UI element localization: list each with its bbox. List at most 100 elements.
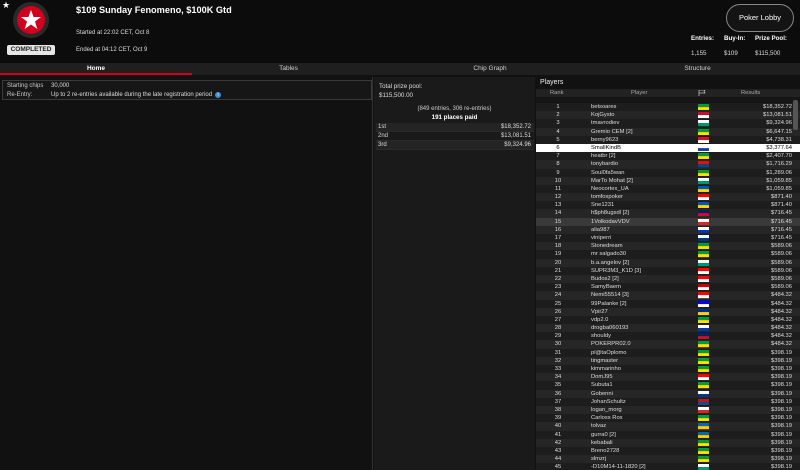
- flag-column-icon[interactable]: [698, 89, 706, 99]
- player-column-header[interactable]: Player: [631, 89, 647, 97]
- row-rank: 20: [554, 259, 562, 266]
- table-row[interactable]: 25 99Palanke [2] $484.32: [536, 299, 800, 308]
- table-row[interactable]: 23 SamyBaem $589.06: [536, 283, 800, 292]
- table-row[interactable]: 10 MarTo Mohat [2] $1,059.85: [536, 176, 800, 185]
- row-player-name: viniperri: [591, 235, 612, 241]
- table-row[interactable]: 16 alia987 $716.45: [536, 225, 800, 234]
- table-row[interactable]: 7 heatbr [2] $2,407.70: [536, 152, 800, 161]
- row-result: $398.19: [771, 439, 792, 446]
- row-player-name: heatbr [2]: [591, 153, 616, 160]
- table-row[interactable]: 11 Neocortex_UA $1,059.85: [536, 184, 800, 194]
- entries-value: 1,155: [691, 50, 707, 57]
- table-row[interactable]: 6 SmallKindB $3,377.64: [536, 143, 800, 153]
- red-star-icon: [17, 6, 45, 34]
- reentry-value: Up to 2 re-entries available during the …: [51, 92, 213, 98]
- row-rank: 9: [556, 169, 560, 176]
- table-row[interactable]: 37 JohanSchultz $398.19: [536, 397, 800, 406]
- row-player-name: drogba060193: [591, 325, 629, 332]
- country-flag-icon: [698, 357, 709, 364]
- table-row[interactable]: 34 DomJ95 $398.19: [536, 373, 800, 382]
- table-row[interactable]: 9 Soul0fa5wan $1,289.06: [536, 168, 800, 177]
- payout-row: 1st $18,352.72: [376, 123, 534, 132]
- row-rank: 13: [554, 202, 562, 209]
- row-rank: 23: [554, 284, 562, 291]
- table-row[interactable]: 14 h$ph8ugsdl [2] $716.45: [536, 209, 800, 218]
- country-flag-icon: [698, 341, 709, 348]
- table-row[interactable]: 45 -D10M14-11-1820 [2] $398.19: [536, 463, 800, 470]
- table-row[interactable]: 44 slmzrj $398.19: [536, 455, 800, 464]
- country-flag-icon: [698, 374, 709, 381]
- table-row[interactable]: 40 tolvaz $398.19: [536, 422, 800, 431]
- table-row[interactable]: 22 Budos2 [2] $589.06: [536, 274, 800, 284]
- table-row[interactable]: 4 Gremio CEM [2] $6,647.15: [536, 127, 800, 136]
- logo-circle: [13, 2, 49, 38]
- table-row[interactable]: 17 viniperri $716.45: [536, 234, 800, 243]
- row-result: $18,352.72: [762, 104, 792, 110]
- prize-pool-label: Total prize pool:: [379, 83, 423, 90]
- row-rank: 16: [554, 226, 562, 233]
- table-row[interactable]: 42 kebabali $398.19: [536, 438, 800, 447]
- row-player-name: tonybardio: [591, 161, 619, 168]
- table-row[interactable]: 35 Subuta1 $398.19: [536, 381, 800, 390]
- payout-amount: $9,324.96: [504, 142, 531, 148]
- table-row[interactable]: 29 shouldy $484.32: [536, 332, 800, 341]
- table-row[interactable]: 15 1VolkodavVDV $716.45: [536, 217, 800, 226]
- table-row[interactable]: 12 tomfoxpoker $871.40: [536, 193, 800, 202]
- table-row[interactable]: 39 Carloss Rox $398.19: [536, 414, 800, 423]
- row-result: $398.19: [771, 366, 792, 372]
- prizepool-value: $115,500: [755, 50, 781, 57]
- table-row[interactable]: 36 Gobenni $398.19: [536, 389, 800, 398]
- table-row[interactable]: 30 POKERPR02.0 $484.32: [536, 340, 800, 349]
- row-rank: 5: [556, 136, 560, 143]
- tab-structure[interactable]: Structure: [595, 63, 800, 75]
- table-row[interactable]: 19 mr salgado30 $589.06: [536, 250, 800, 259]
- poker-lobby-button[interactable]: Poker Lobby: [726, 4, 794, 32]
- table-row[interactable]: 43 Breno2728 $398.19: [536, 446, 800, 456]
- row-result: $398.19: [771, 464, 792, 470]
- table-row[interactable]: 13 Sne1231 $871.40: [536, 201, 800, 210]
- row-rank: 44: [554, 456, 562, 463]
- end-time: Ended at 04:12 CET, Oct 9: [76, 47, 148, 53]
- table-row[interactable]: 38 logan_morg $398.19: [536, 405, 800, 415]
- row-result: $6,647.15: [766, 128, 792, 135]
- table-row[interactable]: 1 betsoares $18,352.72: [536, 103, 800, 112]
- country-flag-icon: [698, 104, 709, 111]
- row-player-name: gurra0 [2]: [591, 431, 616, 438]
- table-row[interactable]: 5 berny9623 $4,738.31: [536, 135, 800, 144]
- players-column-header: Rank Player Results: [536, 89, 800, 97]
- table-row[interactable]: 20 b.a.angelov [2] $589.06: [536, 258, 800, 267]
- payout-amount: $13,081.51: [500, 133, 531, 139]
- row-result: $484.32: [771, 292, 792, 299]
- table-row[interactable]: 27 vdp2.0 $484.32: [536, 315, 800, 325]
- country-flag-icon: [698, 144, 709, 152]
- row-result: $398.19: [771, 447, 792, 454]
- rank-column-header[interactable]: Rank: [550, 89, 564, 97]
- table-row[interactable]: 31 pl@taOplomo $398.19: [536, 348, 800, 357]
- row-result: $398.19: [771, 406, 792, 413]
- row-rank: 11: [554, 185, 562, 192]
- row-rank: 25: [554, 300, 562, 307]
- players-scrollbar[interactable]: [793, 100, 798, 130]
- table-row[interactable]: 2 KojGysto $13,081.51: [536, 111, 800, 120]
- start-time: Started at 22:02 CET, Oct 8: [76, 30, 150, 36]
- table-row[interactable]: 18 Stonedream $589.06: [536, 242, 800, 251]
- info-icon[interactable]: i: [215, 92, 222, 98]
- table-row[interactable]: 28 drogba060193 $484.32: [536, 324, 800, 333]
- table-row[interactable]: 3 tmavrodiev $9,324.96: [536, 119, 800, 128]
- tab-tables[interactable]: Tables: [192, 63, 385, 75]
- row-player-name: Budos2 [2]: [591, 275, 619, 282]
- tab-home[interactable]: Home: [0, 63, 192, 75]
- table-row[interactable]: 41 gurra0 [2] $398.19: [536, 430, 800, 439]
- row-player-name: alia987: [591, 226, 610, 233]
- table-row[interactable]: 21 SUPR3M3_K1D [3] $589.06: [536, 266, 800, 275]
- row-rank: 2: [556, 112, 560, 119]
- table-row[interactable]: 33 kimmarinho $398.19: [536, 365, 800, 374]
- results-column-header[interactable]: Results: [741, 89, 760, 97]
- tab-bar: Home Tables Chip Graph Structure: [0, 63, 800, 75]
- table-row[interactable]: 32 tingmaster $398.19: [536, 356, 800, 365]
- table-row[interactable]: 26 Vpir27 $484.32: [536, 307, 800, 316]
- table-row[interactable]: 8 tonybardio $1,716.29: [536, 160, 800, 169]
- table-row[interactable]: 24 Nemi55514 [3] $484.32: [536, 291, 800, 300]
- country-flag-icon: [698, 464, 709, 470]
- tab-chip-graph[interactable]: Chip Graph: [385, 63, 595, 75]
